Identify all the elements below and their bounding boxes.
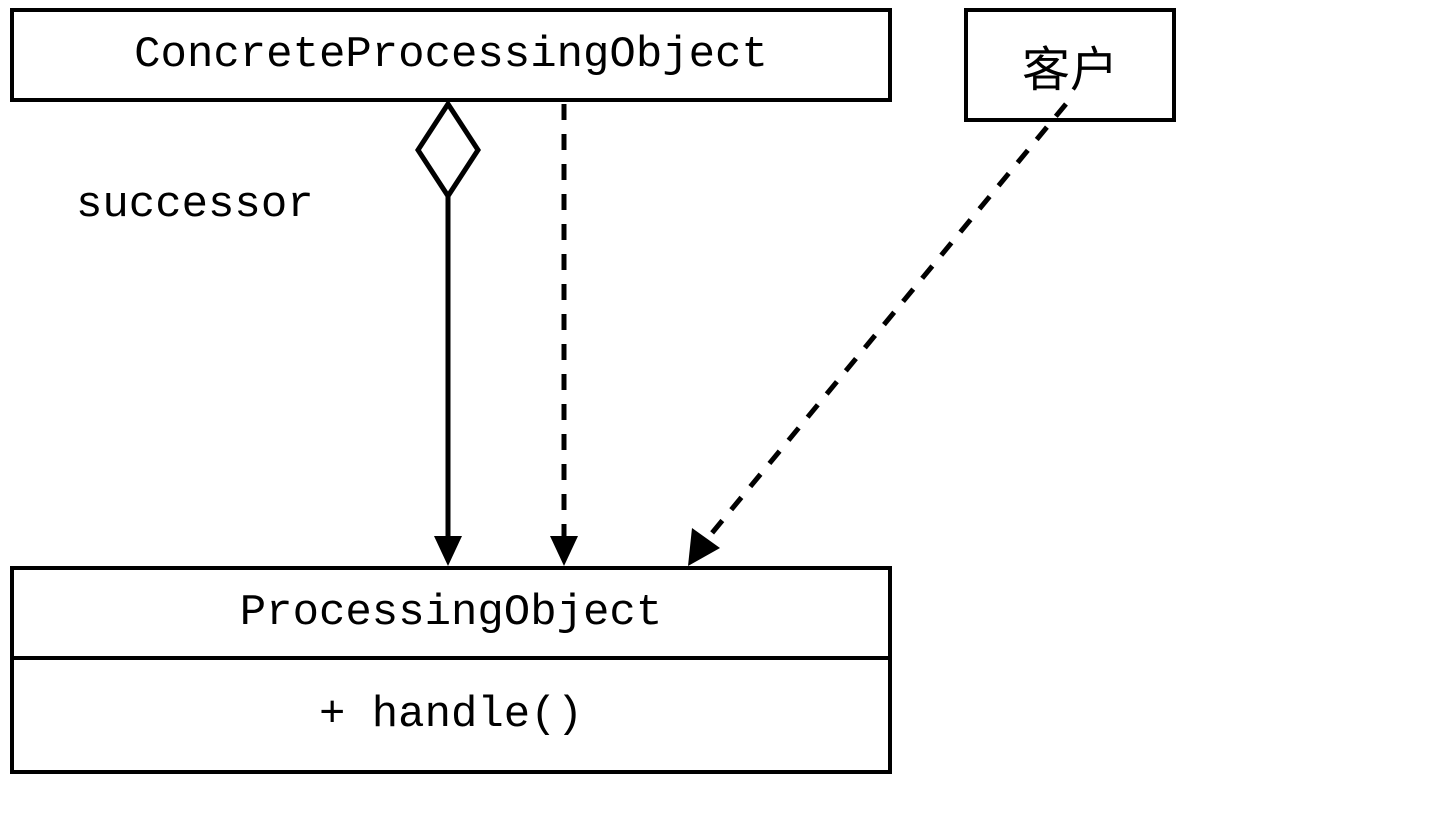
aggregation-diamond-icon [418, 104, 478, 196]
dependency-line-client [688, 104, 1066, 566]
class-client: 客户 [964, 8, 1176, 122]
aggregation-line [434, 196, 462, 566]
class-concrete-processing-object: ConcreteProcessingObject [10, 8, 892, 102]
relation-label-successor: successor [76, 180, 314, 230]
class-method: + handle() [14, 656, 888, 770]
class-title: ProcessingObject [14, 570, 888, 656]
dependency-line-concrete [550, 104, 578, 566]
class-title: 客户 [968, 12, 1172, 118]
class-title: ConcreteProcessingObject [14, 12, 888, 98]
class-processing-object: ProcessingObject + handle() [10, 566, 892, 774]
